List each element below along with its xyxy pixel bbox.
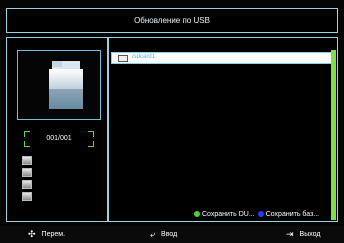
header-title-bar: Обновление по USB — [6, 8, 338, 33]
scrollbar[interactable] — [331, 50, 336, 220]
blue-dot-icon — [257, 211, 264, 217]
preview-panel: 001/001 — [6, 37, 108, 222]
dpad-icon: ✣ — [28, 229, 36, 239]
folder-icon — [118, 55, 128, 62]
legend-save-du[interactable]: Сохранить DU... — [202, 211, 255, 218]
person-file-icon — [22, 168, 32, 177]
enter-hint: ⤶ Ввод — [150, 230, 177, 239]
preview-box — [17, 50, 101, 120]
file-list-panel: /sdcard1 — [108, 37, 338, 222]
list-item-label: /sdcard1 — [132, 54, 156, 60]
list-item[interactable]: /sdcard1 — [111, 52, 335, 64]
move-label: Перем. — [41, 231, 66, 238]
counter-text: 001/001 — [46, 135, 72, 142]
exit-icon: ⇥ — [286, 229, 294, 239]
file-type-icons — [22, 156, 34, 204]
music-file-icon — [22, 156, 32, 165]
bottom-hint-bar: ✣ Перем. ⤶ Ввод ⇥ Выход — [0, 226, 344, 243]
page-title: Обновление по USB — [134, 16, 210, 25]
document-file-icon — [22, 180, 32, 189]
color-key-legend: Сохранить DU... Сохранить баз... — [194, 209, 319, 219]
exit-hint: ⇥ Выход — [286, 230, 321, 239]
item-counter: 001/001 — [24, 131, 94, 147]
enter-label: Ввод — [161, 231, 178, 238]
green-dot-icon — [194, 211, 200, 217]
move-hint: ✣ Перем. — [28, 230, 65, 239]
legend-save-base[interactable]: Сохранить баз... — [266, 211, 319, 218]
photo-file-icon — [22, 192, 32, 201]
exit-label: Выход — [299, 231, 321, 238]
enter-icon: ⤶ — [150, 229, 156, 239]
folder-icon — [49, 61, 83, 109]
scrollbar-thumb[interactable] — [331, 50, 336, 220]
